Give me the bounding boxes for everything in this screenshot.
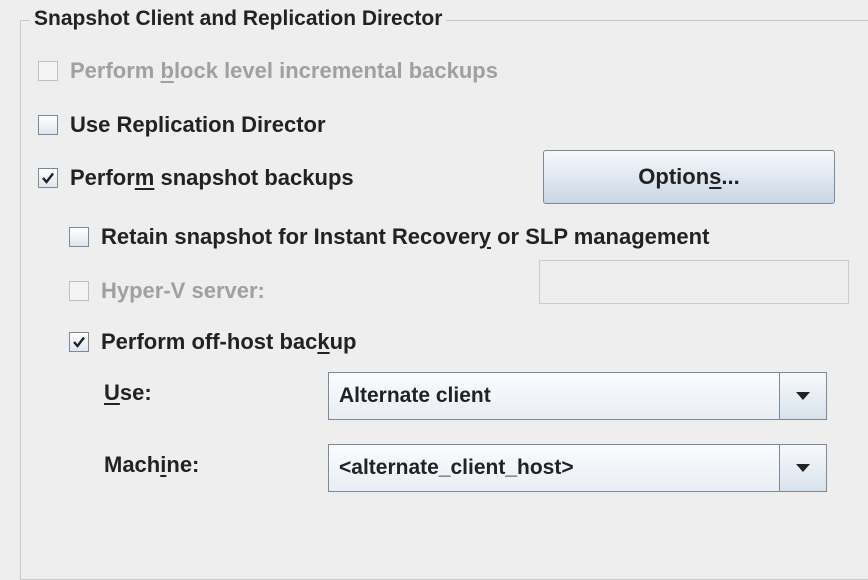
machine-label: Machine: [104,452,200,477]
use-label: Use: [104,380,152,405]
group-title: Snapshot Client and Replication Director [30,6,447,32]
snapshot-backups-checkbox[interactable] [38,168,58,188]
replication-director-option[interactable]: Use Replication Director [38,110,326,140]
snapshot-backups-label[interactable]: Perform snapshot backups [70,165,354,191]
hyperv-checkbox [69,281,89,301]
machine-dropdown[interactable]: <alternate_client_host> [328,444,827,492]
use-dropdown-value: Alternate client [329,373,779,419]
chevron-down-icon [796,392,810,400]
use-dropdown-arrow[interactable] [779,373,826,419]
retain-snapshot-checkbox[interactable] [69,227,89,247]
hyperv-option: Hyper-V server: [69,276,265,306]
options-button-label: Options... [638,164,740,189]
offhost-checkbox[interactable] [69,332,89,352]
retain-snapshot-option[interactable]: Retain snapshot for Instant Recovery or … [69,222,709,252]
machine-dropdown-arrow[interactable] [779,445,826,491]
checkmark-icon [73,336,85,348]
replication-director-checkbox[interactable] [38,115,58,135]
checkmark-icon [42,172,54,184]
retain-snapshot-label[interactable]: Retain snapshot for Instant Recovery or … [101,224,709,250]
machine-dropdown-value: <alternate_client_host> [329,445,779,491]
block-level-option: Perform block level incremental backups [38,56,498,86]
snapshot-backups-option[interactable]: Perform snapshot backups [38,163,354,193]
block-level-label: Perform block level incremental backups [70,58,498,83]
block-level-checkbox [38,61,58,81]
hyperv-label: Hyper-V server: [101,278,265,303]
hyperv-server-field [539,260,849,304]
replication-director-label[interactable]: Use Replication Director [70,112,326,138]
offhost-label[interactable]: Perform off-host backup [101,329,357,355]
offhost-option[interactable]: Perform off-host backup [69,327,357,357]
snapshot-panel: { "group": { "title": "Snapshot Client a… [0,0,868,580]
chevron-down-icon [796,464,810,472]
options-button[interactable]: Options... [543,150,835,204]
use-dropdown[interactable]: Alternate client [328,372,827,420]
